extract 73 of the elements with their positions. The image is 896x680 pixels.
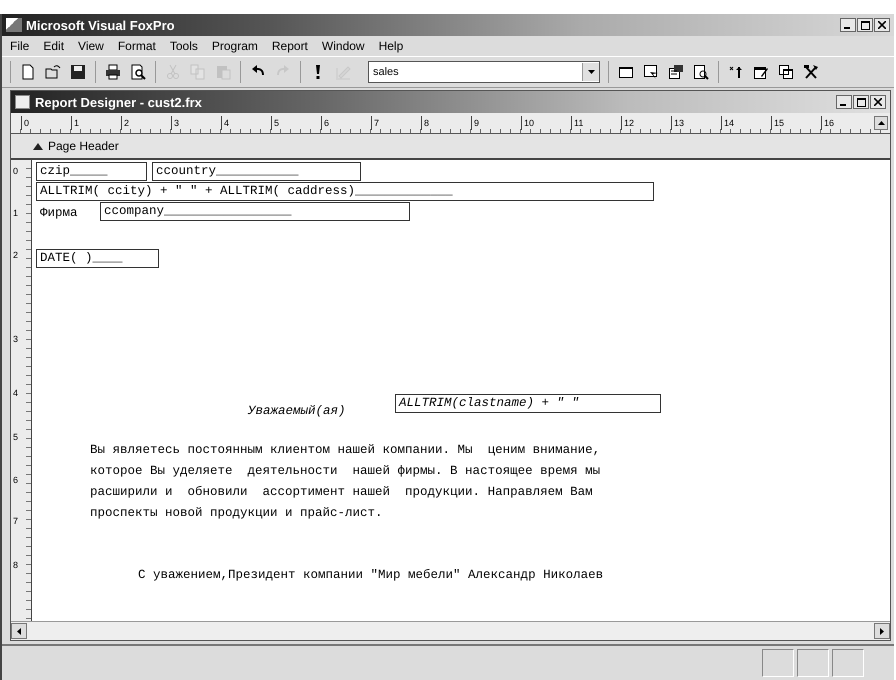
report-field[interactable]: ALLTRIM(clastname) + " " (395, 394, 661, 413)
up-arrow-icon (878, 121, 884, 125)
close-icon (878, 21, 886, 29)
ruler-number: 15 (771, 116, 821, 130)
ruler-number: 16 (821, 116, 871, 130)
status-panel (797, 649, 829, 677)
maximize-button[interactable] (853, 95, 869, 109)
ruler-number: 3 (13, 334, 18, 345)
ruler-number: 1 (13, 208, 18, 219)
ruler-number: 6 (13, 475, 18, 486)
ruler-number: 3 (171, 116, 221, 130)
ruler-number: 8 (13, 560, 18, 571)
maximize-button[interactable] (857, 18, 873, 32)
ruler-number: 6 (321, 116, 371, 130)
report-label[interactable]: С уважением,Президент компании "Мир мебели" Александр Николаев (136, 567, 606, 584)
minimize-button[interactable] (836, 95, 852, 109)
close-button[interactable] (874, 18, 890, 32)
ruler-number: 2 (121, 116, 171, 130)
project-dropdown[interactable]: sales (368, 61, 600, 83)
ruler-number: 4 (221, 116, 271, 130)
ruler-number: 12 (621, 116, 671, 130)
right-arrow-icon (880, 628, 884, 634)
left-arrow-icon (17, 628, 21, 634)
ruler-number: 8 (421, 116, 471, 130)
ruler-number: 5 (271, 116, 321, 130)
report-field[interactable]: DATE( )____ (36, 249, 159, 268)
menu-item[interactable]: Format (118, 39, 156, 53)
ruler-number: 14 (721, 116, 771, 130)
report-field[interactable]: ccountry___________ (152, 162, 361, 181)
menu-item[interactable]: Help (378, 39, 404, 53)
status-panel (832, 649, 864, 677)
maximize-icon (856, 98, 866, 106)
ruler-number: 5 (13, 432, 18, 443)
dropdown-button[interactable] (582, 63, 599, 81)
scrollbar[interactable] (11, 621, 890, 640)
report-field[interactable]: czip_____ (36, 162, 147, 181)
ruler-number: 7 (13, 516, 18, 527)
ruler-number: 11 (571, 116, 621, 130)
window-title: Microsoft Visual FoxPro (26, 18, 176, 32)
ruler-number: 13 (671, 116, 721, 130)
menu-item[interactable]: Edit (43, 39, 64, 53)
close-icon (874, 98, 882, 106)
ruler-number: 9 (471, 116, 521, 130)
menu-item[interactable]: View (78, 39, 104, 53)
maximize-icon (860, 20, 870, 30)
close-button[interactable] (870, 95, 886, 109)
scroll-left-button[interactable] (11, 623, 27, 639)
menu-item[interactable]: Window (322, 39, 365, 53)
report-label[interactable]: Вы являетесь постоянным клиентом нашей компании. Мы ценим внимание, которое Вы уделяете деятельности нашей фирмы. В настоящее время мы расширили и обновили ассортимент нашей продукции. Направляем Вам проспекты новой продукции и прайс-лист. (88, 440, 602, 524)
scroll-up-button[interactable] (874, 116, 888, 130)
ruler-number: 1 (71, 116, 121, 130)
band-label: Page Header (48, 139, 119, 153)
report-label[interactable]: Уважаемый(ая) (246, 403, 348, 420)
report-icon (15, 95, 30, 109)
scroll-right-button[interactable] (874, 623, 890, 639)
window-title: Report Designer - cust2.frx (35, 94, 203, 110)
ruler-number: 7 (371, 116, 421, 130)
report-field[interactable]: ccompany_________________ (100, 202, 410, 221)
menu-item[interactable]: File (10, 39, 30, 53)
menu-item[interactable]: Program (212, 39, 258, 53)
report-field[interactable]: ALLTRIM( ccity) + " " + ALLTRIM( caddress)_____________ (36, 182, 654, 201)
ruler-number: 2 (13, 250, 18, 261)
ruler-number: 0 (21, 116, 71, 130)
menu-item[interactable]: Tools (170, 39, 198, 53)
status-panel (762, 649, 794, 677)
ruler-number: 10 (521, 116, 571, 130)
menu-item[interactable]: Report (272, 39, 308, 53)
ruler-number: 0 (13, 166, 18, 177)
ruler-number: 4 (13, 388, 18, 399)
minimize-button[interactable] (840, 18, 856, 32)
triangle-icon (33, 142, 43, 150)
caret-icon (588, 70, 594, 74)
report-label[interactable]: Фирма (38, 205, 80, 222)
